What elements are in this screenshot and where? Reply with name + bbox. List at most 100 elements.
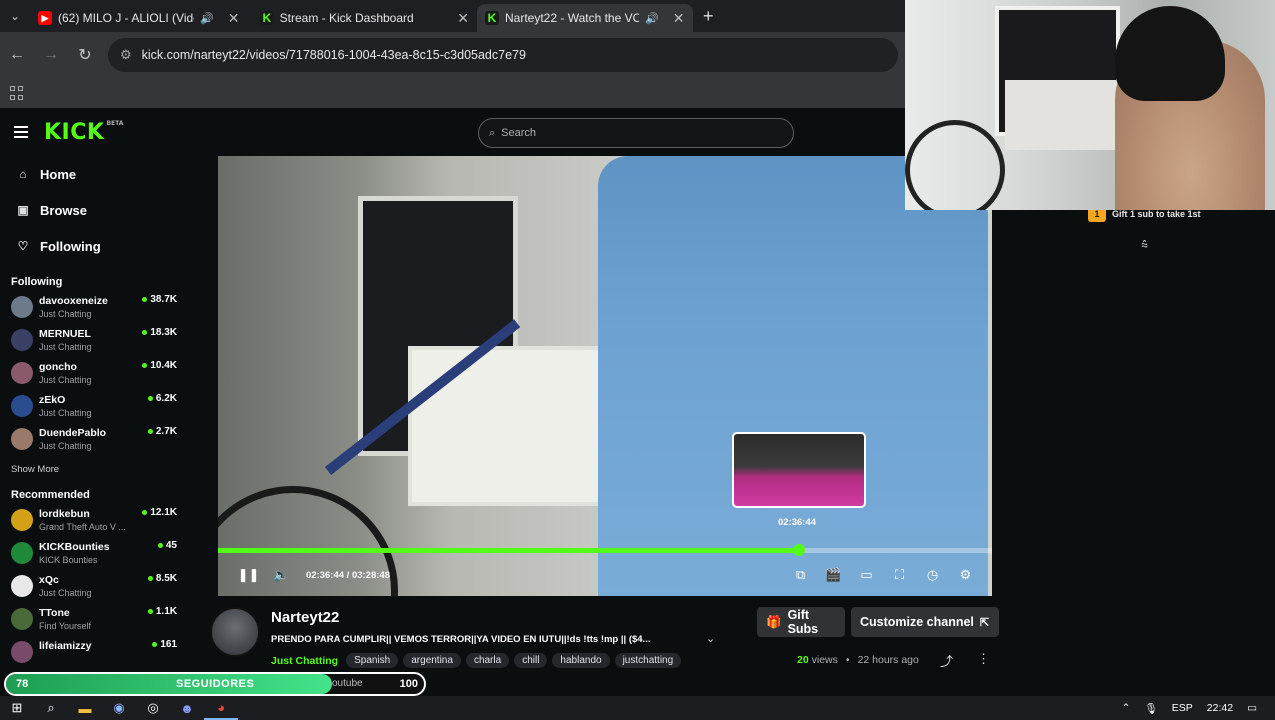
sidebar-channel[interactable]: goncho Just Chatting 10.4K <box>0 358 190 391</box>
recommended-section-title: Recommended <box>11 489 90 501</box>
sidebar: ⌂ Home ▣ Browse ♡ Following Following da… <box>0 156 190 670</box>
avatar[interactable] <box>210 607 260 657</box>
reload-icon[interactable]: ↻ <box>68 45 102 65</box>
settings-gear-icon[interactable]: ⚙ <box>949 567 982 583</box>
site-settings-icon[interactable]: ⚙ <box>120 47 132 63</box>
tab-kick-vod[interactable]: K Narteyt22 - Watch the VOD 🔊 ✕ <box>477 4 693 32</box>
chrome-icon[interactable]: ◕ <box>204 696 238 720</box>
sidebar-channel[interactable]: lordkebun Grand Theft Auto V ... 12.1K <box>0 505 190 538</box>
channel-name: lordkebun <box>39 508 90 520</box>
speaker-icon[interactable]: 🔊 <box>645 12 659 25</box>
tab-kick-dashboard[interactable]: K Stream - Kick Dashboard ✕ <box>252 4 477 32</box>
category-link[interactable]: Just Chatting <box>271 655 338 667</box>
channel-category: Just Chatting <box>39 342 92 352</box>
volume-icon[interactable]: 🔈 <box>265 567 298 583</box>
channel-name: goncho <box>39 361 77 373</box>
forward-arrow-icon[interactable]: → <box>34 46 68 64</box>
new-tab-icon[interactable]: + <box>703 6 714 27</box>
tab-search-chevron-icon[interactable]: ⌄ <box>0 0 30 32</box>
microphone-icon[interactable]: 🎙 <box>1144 702 1157 715</box>
customize-channel-button[interactable]: Customize channel ⇱ <box>851 607 999 637</box>
goal-current: 78 <box>16 678 29 690</box>
pause-icon[interactable]: ❚❚ <box>232 567 265 583</box>
following-list: davooxeneize Just Chatting 38.7K MERNUEL Jus… <box>0 292 190 457</box>
sidebar-item-following[interactable]: ♡ Following <box>0 228 190 264</box>
tag-chip[interactable]: charla <box>465 653 510 668</box>
button-label: Customize channel <box>860 615 974 629</box>
sidebar-channel[interactable]: lifeiamizzy 161 <box>0 637 190 670</box>
address-text: kick.com/narteyt22/videos/71788016-1004-… <box>141 48 526 62</box>
theater-mode-icon[interactable]: ▭ <box>850 567 883 583</box>
gift-banner-text: Gift 1 sub to take 1st <box>1112 209 1201 219</box>
clip-icon[interactable]: ⧉ <box>784 567 817 583</box>
playback-speed-icon[interactable]: ◷ <box>916 567 949 583</box>
seek-bar-handle[interactable] <box>792 544 805 556</box>
search-input[interactable]: ⌕ Search <box>478 118 794 148</box>
tag-chip[interactable]: hablando <box>552 653 610 668</box>
video-person <box>598 156 988 596</box>
discord-icon[interactable]: ☻ <box>170 696 204 720</box>
menu-icon[interactable] <box>14 126 28 141</box>
sidebar-channel[interactable]: davooxeneize Just Chatting 38.7K <box>0 292 190 325</box>
channel-name: DuendePablo <box>39 427 107 439</box>
tag-chip[interactable]: justchatting <box>614 653 682 668</box>
collapse-icon[interactable]: ⩯ <box>1141 238 1148 253</box>
tag-chip[interactable]: chill <box>514 653 548 668</box>
back-arrow-icon[interactable]: ← <box>0 46 34 64</box>
channel-info: MERNUEL Just Chatting <box>39 325 136 353</box>
apps-grid-icon[interactable] <box>10 86 24 100</box>
seek-bar[interactable] <box>218 544 992 556</box>
sidebar-channel[interactable]: TTone Find Yourself 1.1K <box>0 604 190 637</box>
sidebar-channel[interactable]: KICKBounties KICK Bounties 45 <box>0 538 190 571</box>
live-dot <box>147 395 153 401</box>
tag-chip[interactable]: argentina <box>403 653 461 668</box>
search-icon: ⌕ <box>489 126 496 139</box>
share-icon[interactable]: ⤴ <box>940 651 953 670</box>
language-indicator[interactable]: ESP <box>1172 702 1193 714</box>
close-icon[interactable]: ✕ <box>673 10 685 27</box>
chevron-up-icon[interactable]: ⌃ <box>1122 702 1131 714</box>
viewer-count: 45 <box>157 540 190 551</box>
address-bar[interactable]: ⚙ kick.com/narteyt22/videos/71788016-100… <box>108 38 898 72</box>
steam-icon[interactable]: ◉ <box>102 696 136 720</box>
channel-info: goncho Just Chatting <box>39 358 136 386</box>
clapper-icon[interactable]: 🎬 <box>817 567 850 583</box>
sidebar-item-home[interactable]: ⌂ Home <box>0 156 190 192</box>
tag-chip[interactable]: Spanish <box>346 653 399 668</box>
button-label: Gift Subs <box>787 608 819 636</box>
seek-preview-time: 02:36:44 <box>778 517 817 528</box>
kick-logo[interactable]: KICK BETA <box>44 120 123 145</box>
tab-youtube[interactable]: ▶ (62) MILO J - ALIOLI (Video 🔊 ✕ <box>30 4 252 32</box>
show-more-button[interactable]: Show More <box>0 457 190 483</box>
channel-category: Just Chatting <box>39 588 92 598</box>
channel-category: Just Chatting <box>39 309 92 319</box>
speaker-icon[interactable]: 🔊 <box>200 12 214 25</box>
webcam-shelf <box>1005 80 1125 150</box>
sidebar-item-browse[interactable]: ▣ Browse <box>0 192 190 228</box>
clock[interactable]: 22:42 <box>1207 702 1233 714</box>
channel-name: TTone <box>39 607 70 619</box>
sidebar-channel[interactable]: xQc Just Chatting 8.5K <box>0 571 190 604</box>
channel-name: davooxeneize <box>39 295 108 307</box>
windows-start-icon[interactable]: ⊞ <box>0 696 34 720</box>
file-explorer-icon[interactable]: ▬ <box>68 696 102 720</box>
fullscreen-icon[interactable]: ⛶ <box>883 567 916 583</box>
timecode: 02:36:44 / 03:28:48 <box>306 569 390 581</box>
channel-name[interactable]: Narteyt22 <box>271 609 339 626</box>
close-icon[interactable]: ✕ <box>457 10 469 27</box>
stream-title: PRENDO PARA CUMPLIR|| VEMOS TERROR||YA V… <box>271 634 651 645</box>
avatar <box>11 542 33 564</box>
obs-icon[interactable]: ◎ <box>136 696 170 720</box>
sidebar-channel[interactable]: MERNUEL Just Chatting 18.3K <box>0 325 190 358</box>
more-options-icon[interactable]: ⋮ <box>977 651 990 670</box>
close-icon[interactable]: ✕ <box>228 10 240 27</box>
chevron-down-icon[interactable]: ⌄ <box>706 632 715 645</box>
search-icon[interactable]: ⌕ <box>34 696 68 720</box>
sidebar-channel[interactable]: zEkO Just Chatting 6.2K <box>0 391 190 424</box>
notification-icon[interactable]: ▭ <box>1247 702 1257 714</box>
video-player[interactable]: 02:36:44 ❚❚ 🔈 02:36:44 / 03:28:48 ⧉ 🎬 ▭ … <box>218 156 992 596</box>
sidebar-channel[interactable]: DuendePablo Just Chatting 2.7K <box>0 424 190 457</box>
logo-text: KICK <box>44 120 105 145</box>
gift-subs-button[interactable]: 🎁 Gift Subs <box>757 607 845 637</box>
goal-tag: outube <box>332 678 363 689</box>
